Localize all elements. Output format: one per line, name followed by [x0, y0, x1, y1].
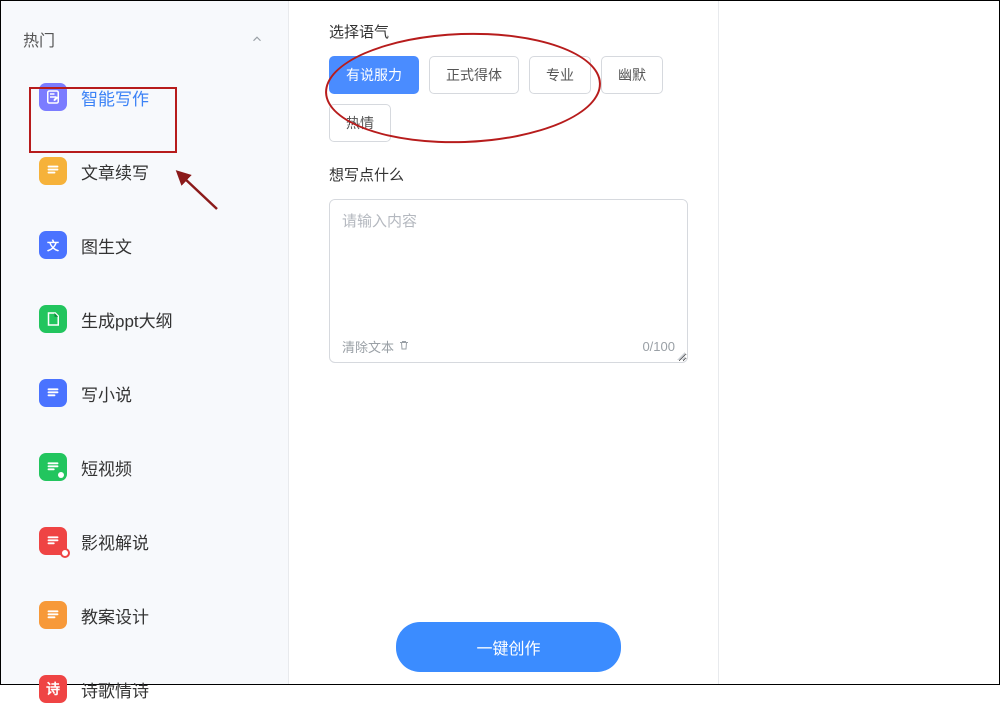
- trash-icon: [398, 339, 410, 354]
- sidebar-item-short-video[interactable]: 短视频: [29, 445, 280, 489]
- poetry-icon: 诗: [39, 675, 67, 703]
- doc-fold-icon: [39, 305, 67, 333]
- char-counter: 0/100: [642, 339, 675, 354]
- doc-edit-icon: [39, 83, 67, 111]
- sidebar-section-label: 热门: [23, 27, 55, 51]
- content-label: 想写点什么: [329, 164, 688, 185]
- textarea-footer: 清除文本 0/100: [330, 333, 687, 362]
- sidebar-item-label: 智能写作: [81, 85, 149, 110]
- doc-lines-icon: [39, 379, 67, 407]
- sidebar-item-lesson-plan[interactable]: 教案设计: [29, 593, 280, 637]
- clear-text-label: 清除文本: [342, 337, 394, 356]
- sidebar-section-header[interactable]: 热门: [1, 11, 288, 61]
- sidebar-item-label: 影视解说: [81, 529, 149, 554]
- chevron-up-icon: [250, 32, 264, 46]
- sidebar-item-label: 文章续写: [81, 159, 149, 184]
- doc-play-icon: [39, 527, 67, 555]
- sidebar-item-poetry[interactable]: 诗 诗歌情诗: [29, 667, 280, 711]
- sidebar-item-label: 生成ppt大纲: [81, 307, 173, 332]
- sidebar-list: 智能写作 文章续写 文 图生文 生成ppt大纲: [1, 61, 288, 711]
- tone-label: 选择语气: [329, 21, 688, 42]
- sidebar-item-label: 短视频: [81, 455, 132, 480]
- clear-text-button[interactable]: 清除文本: [342, 337, 410, 356]
- resize-handle-icon[interactable]: [677, 352, 685, 360]
- sidebar-item-write-novel[interactable]: 写小说: [29, 371, 280, 415]
- tone-chip-formal[interactable]: 正式得体: [429, 56, 519, 94]
- tone-chip-passion[interactable]: 热情: [329, 104, 391, 142]
- translate-icon: 文: [39, 231, 67, 259]
- sidebar-item-label: 教案设计: [81, 603, 149, 628]
- sidebar-item-continue-writing[interactable]: 文章续写: [29, 149, 280, 193]
- doc-dot-icon: [39, 453, 67, 481]
- sidebar-item-movie-commentary[interactable]: 影视解说: [29, 519, 280, 563]
- tone-chips: 有说服力 正式得体 专业 幽默 热情: [329, 56, 688, 142]
- doc-lines-icon: [39, 601, 67, 629]
- tone-chip-professional[interactable]: 专业: [529, 56, 591, 94]
- sidebar-item-ppt-outline[interactable]: 生成ppt大纲: [29, 297, 280, 341]
- sidebar-item-image-to-text[interactable]: 文 图生文: [29, 223, 280, 267]
- tone-chip-humor[interactable]: 幽默: [601, 56, 663, 94]
- sidebar: 热门 智能写作 文章续写 文 图生文: [1, 1, 289, 684]
- main: 选择语气 有说服力 正式得体 专业 幽默 热情 想写点什么 清除文本: [289, 1, 999, 684]
- output-panel: [719, 1, 999, 684]
- form-panel: 选择语气 有说服力 正式得体 专业 幽默 热情 想写点什么 清除文本: [289, 1, 719, 684]
- doc-lines-icon: [39, 157, 67, 185]
- content-textarea[interactable]: [330, 200, 687, 333]
- content-textarea-wrap: 清除文本 0/100: [329, 199, 688, 363]
- generate-button[interactable]: 一键创作: [396, 622, 620, 672]
- sidebar-item-smart-writing[interactable]: 智能写作: [29, 75, 280, 119]
- sidebar-item-label: 诗歌情诗: [81, 677, 149, 702]
- tone-chip-persuasive[interactable]: 有说服力: [329, 56, 419, 94]
- sidebar-item-label: 写小说: [81, 381, 132, 406]
- sidebar-item-label: 图生文: [81, 233, 132, 258]
